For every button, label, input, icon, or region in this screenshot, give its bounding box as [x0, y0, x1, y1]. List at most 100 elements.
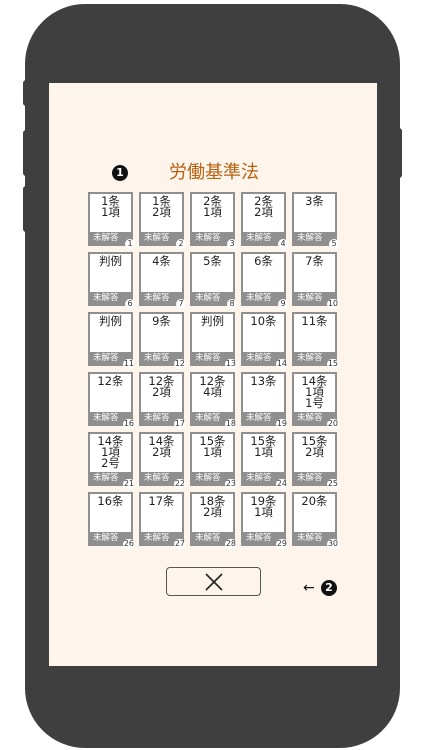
question-card[interactable]: 16条 未解答 26 [88, 492, 135, 549]
card-number: 2 [176, 239, 186, 249]
question-card[interactable]: 18条 2項 未解答 28 [190, 492, 237, 549]
card-number: 20 [326, 419, 339, 429]
card-number: 26 [122, 539, 135, 549]
card-label: 17条 [148, 494, 175, 508]
question-card[interactable]: 7条 未解答 10 [292, 252, 339, 309]
card-number: 19 [275, 419, 288, 429]
card-number: 4 [278, 239, 288, 249]
card-label: 5条 [203, 254, 222, 268]
card-number: 23 [224, 479, 237, 489]
card-number: 24 [275, 479, 288, 489]
card-label: 3条 [305, 194, 324, 208]
card-number: 22 [173, 479, 186, 489]
question-card[interactable]: 1条 1項 未解答 1 [88, 192, 135, 249]
callout-marker-1: 1 [112, 165, 128, 181]
close-button[interactable] [166, 567, 261, 596]
card-number: 16 [122, 419, 135, 429]
question-card[interactable]: 4条 未解答 7 [139, 252, 186, 309]
card-number: 1 [125, 239, 135, 249]
card-label: 9条 [152, 314, 171, 328]
card-label: 7条 [305, 254, 324, 268]
question-card[interactable]: 12条 2項 未解答 17 [139, 372, 186, 429]
callout-marker-2: 2 [321, 580, 337, 596]
card-label: 16条 [97, 494, 124, 508]
card-label: 13条 [250, 374, 277, 388]
card-number: 6 [125, 299, 135, 309]
question-card[interactable]: 15条 2項 未解答 25 [292, 432, 339, 489]
card-number: 21 [122, 479, 135, 489]
card-number: 17 [173, 419, 186, 429]
question-card[interactable]: 12条 未解答 16 [88, 372, 135, 429]
card-label: 12条 2項 [148, 374, 175, 399]
question-card[interactable]: 1条 2項 未解答 2 [139, 192, 186, 249]
question-card[interactable]: 15条 1項 未解答 23 [190, 432, 237, 489]
question-card[interactable]: 15条 1項 未解答 24 [241, 432, 288, 489]
question-card[interactable]: 判例 未解答 11 [88, 312, 135, 369]
card-label: 10条 [250, 314, 277, 328]
card-label: 判例 [99, 314, 122, 328]
card-label: 15条 1項 [199, 434, 226, 459]
question-card[interactable]: 13条 未解答 19 [241, 372, 288, 429]
card-number: 28 [224, 539, 237, 549]
card-number: 14 [275, 359, 288, 369]
card-label: 11条 [301, 314, 328, 328]
card-label: 2条 1項 [203, 194, 222, 219]
card-label: 14条 1項 2号 [97, 434, 124, 470]
phone-side-button [23, 80, 29, 106]
card-label: 15条 2項 [301, 434, 328, 459]
card-label: 6条 [254, 254, 273, 268]
question-card[interactable]: 6条 未解答 9 [241, 252, 288, 309]
card-number: 13 [224, 359, 237, 369]
card-number: 18 [224, 419, 237, 429]
phone-power-button [396, 128, 402, 178]
card-number: 27 [173, 539, 186, 549]
question-card[interactable]: 20条 未解答 30 [292, 492, 339, 549]
phone-volume-up-button [23, 130, 29, 176]
card-label: 2条 2項 [254, 194, 273, 219]
question-card[interactable]: 12条 4項 未解答 18 [190, 372, 237, 429]
card-label: 20条 [301, 494, 328, 508]
x-icon [205, 573, 223, 591]
card-number: 25 [326, 479, 339, 489]
left-arrow-icon: ← [303, 580, 315, 596]
card-label: 4条 [152, 254, 171, 268]
card-label: 19条 1項 [250, 494, 277, 519]
question-card[interactable]: 11条 未解答 15 [292, 312, 339, 369]
card-label: 12条 4項 [199, 374, 226, 399]
question-card[interactable]: 14条 2項 未解答 22 [139, 432, 186, 489]
question-card[interactable]: 3条 未解答 5 [292, 192, 339, 249]
card-number: 15 [326, 359, 339, 369]
card-label: 14条 2項 [148, 434, 175, 459]
question-card[interactable]: 14条 1項 2号 未解答 21 [88, 432, 135, 489]
question-card[interactable]: 10条 未解答 14 [241, 312, 288, 369]
question-card[interactable]: 9条 未解答 12 [139, 312, 186, 369]
card-number: 10 [326, 299, 339, 309]
card-label: 1条 2項 [152, 194, 171, 219]
question-card[interactable]: 判例 未解答 13 [190, 312, 237, 369]
question-card[interactable]: 17条 未解答 27 [139, 492, 186, 549]
card-number: 29 [275, 539, 288, 549]
question-card[interactable]: 判例 未解答 6 [88, 252, 135, 309]
question-card[interactable]: 2条 1項 未解答 3 [190, 192, 237, 249]
card-number: 3 [227, 239, 237, 249]
page-title: 労働基準法 [169, 162, 259, 183]
card-number: 11 [122, 359, 135, 369]
card-number: 30 [326, 539, 339, 549]
card-number: 8 [227, 299, 237, 309]
card-label: 12条 [97, 374, 124, 388]
card-label: 1条 1項 [101, 194, 120, 219]
question-card[interactable]: 5条 未解答 8 [190, 252, 237, 309]
card-label: 14条 1項 1号 [301, 374, 328, 410]
card-label: 18条 2項 [199, 494, 226, 519]
card-number: 12 [173, 359, 186, 369]
question-card[interactable]: 2条 2項 未解答 4 [241, 192, 288, 249]
card-number: 9 [278, 299, 288, 309]
question-card[interactable]: 14条 1項 1号 未解答 20 [292, 372, 339, 429]
phone-volume-down-button [23, 186, 29, 232]
card-number: 7 [176, 299, 186, 309]
card-label: 判例 [201, 314, 224, 328]
question-card[interactable]: 19条 1項 未解答 29 [241, 492, 288, 549]
card-number: 5 [329, 239, 339, 249]
card-label: 15条 1項 [250, 434, 277, 459]
card-label: 判例 [99, 254, 122, 268]
